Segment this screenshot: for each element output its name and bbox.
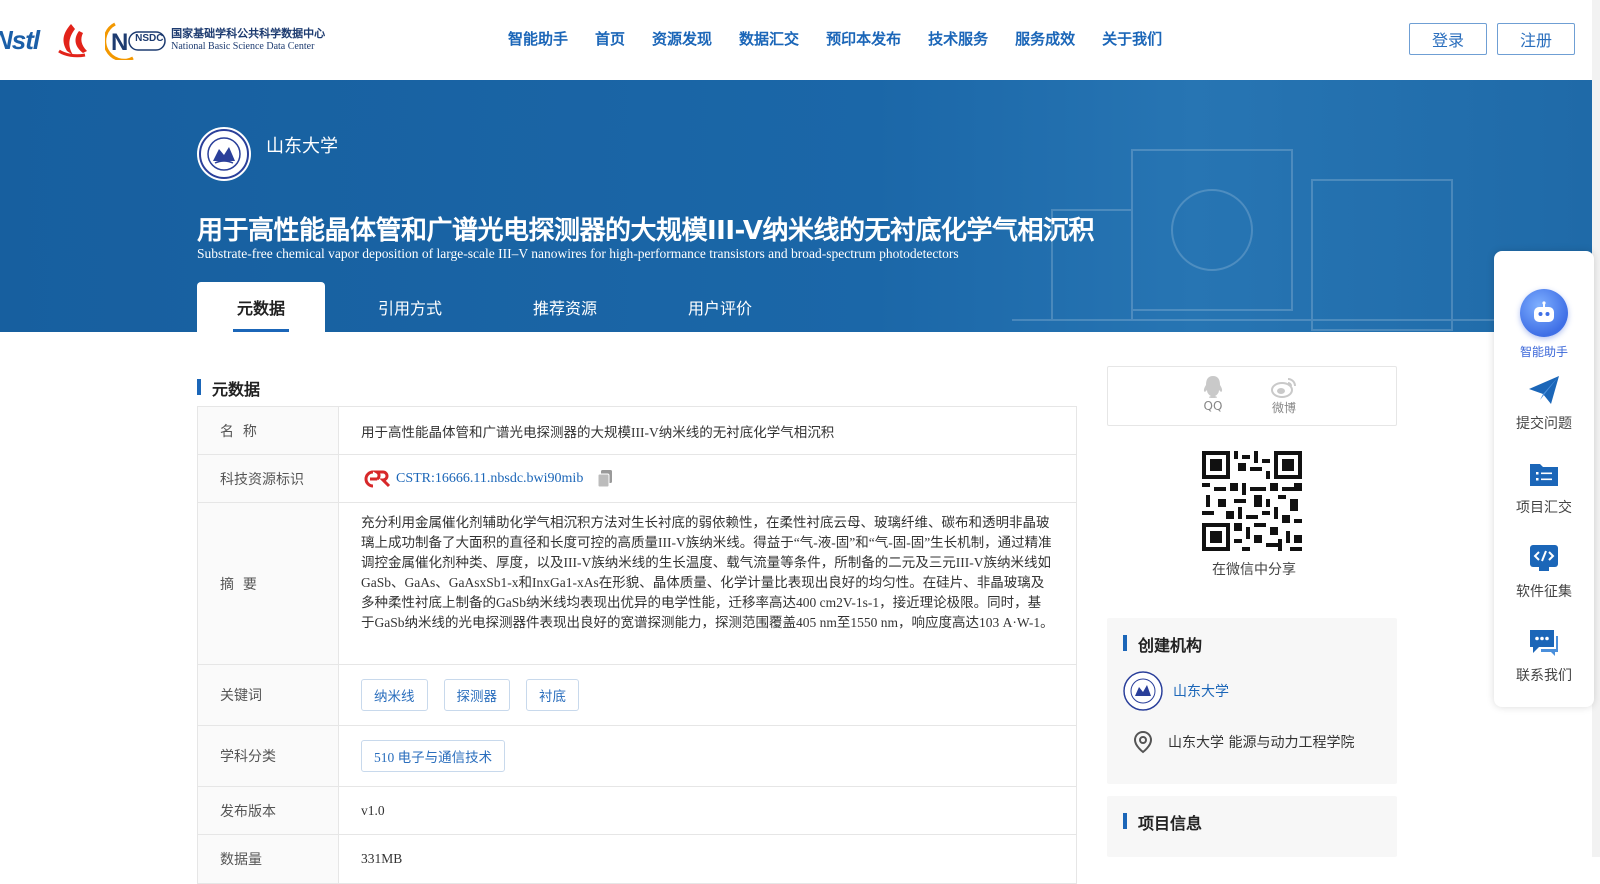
share-qq[interactable]: QQ xyxy=(1193,375,1233,413)
name-value: 用于高性能晶体管和广谱光电探测器的大规模III-V纳米线的无衬底化学气相沉积 xyxy=(361,424,835,440)
nsdc-name-cn: 国家基础学科公共科学数据中心 xyxy=(171,27,326,41)
creator-panel: 创建机构 山东大学 山东大学 能源与动力工程学院 xyxy=(1107,618,1397,784)
share-box: QQ 微博 xyxy=(1107,366,1397,426)
sidebar-software-collection[interactable]: 软件征集 xyxy=(1494,541,1594,601)
copy-icon[interactable] xyxy=(597,469,613,488)
name-label: 名 称 xyxy=(198,407,339,454)
keywords-label: 关键词 xyxy=(198,665,339,725)
nsdc-badge-text: NSDC xyxy=(135,33,164,44)
red-logo-icon[interactable] xyxy=(53,21,91,59)
cstr-link[interactable]: CSTR:16666.11.nbsdc.bwi90mib xyxy=(396,471,583,487)
cstr-logo-icon xyxy=(364,470,391,487)
keyword-tag[interactable]: 衬底 xyxy=(526,679,579,711)
sidebar-label: 软件征集 xyxy=(1516,584,1572,600)
nstl-logo[interactable]: Nstl xyxy=(0,25,40,56)
tab-metadata[interactable]: 元数据 xyxy=(197,282,325,332)
version-value: v1.0 xyxy=(361,802,385,818)
resource-banner: 山东大学 用于高性能晶体管和广谱光电探测器的大规模III-V纳米线的无衬底化学气… xyxy=(0,80,1592,332)
subject-value: 510 电子与通信技术 xyxy=(339,726,1076,786)
resource-title-cn: 用于高性能晶体管和广谱光电探测器的大规模III-V纳米线的无衬底化学气相沉积 xyxy=(197,216,1095,246)
svg-text:N: N xyxy=(111,29,128,56)
robot-icon xyxy=(1520,289,1568,337)
sidebar-label: 项目汇交 xyxy=(1516,500,1572,516)
qq-label: QQ xyxy=(1203,399,1223,413)
nsdc-logo[interactable]: N NSDC 国家基础学科公共科学数据中心 National Basic Sci… xyxy=(103,20,326,62)
tab-recommended[interactable]: 推荐资源 xyxy=(495,282,635,332)
subject-tag[interactable]: 510 电子与通信技术 xyxy=(361,740,506,772)
nav-data-submission[interactable]: 数据汇交 xyxy=(739,28,799,49)
nsdc-badge-icon: N NSDC xyxy=(103,20,167,62)
share-weibo[interactable]: 微博 xyxy=(1264,375,1304,416)
identifier-value: CSTR:16666.11.nbsdc.bwi90mib xyxy=(339,455,1076,502)
sidebar-label: 智能助手 xyxy=(1519,345,1568,359)
wechat-qr-code xyxy=(1202,451,1302,551)
subject-label: 学科分类 xyxy=(198,726,339,786)
floating-toolbar: 智能助手 提交问题 项目汇交 软件征集 联系我们 xyxy=(1494,251,1594,707)
sdu-logo-icon xyxy=(1123,671,1163,711)
tab-user-reviews[interactable]: 用户评价 xyxy=(635,282,805,332)
version-label: 发布版本 xyxy=(198,787,339,834)
project-section-title: 项目信息 xyxy=(1123,810,1202,834)
logo-group: Nstl N NSDC 国家基础学科公共科学数据中心 National Basi… xyxy=(0,18,325,62)
keyword-tag[interactable]: 探测器 xyxy=(443,679,510,711)
creator-location-text: 山东大学 能源与动力工程学院 xyxy=(1168,735,1355,751)
resource-title-en: Substrate-free chemical vapor deposition… xyxy=(197,246,959,261)
nav-service-results[interactable]: 服务成效 xyxy=(1015,28,1075,49)
size-value: 331MB xyxy=(361,851,403,866)
identifier-label: 科技资源标识 xyxy=(198,455,339,502)
register-button[interactable]: 注册 xyxy=(1497,23,1575,55)
nav-tech-services[interactable]: 技术服务 xyxy=(928,28,988,49)
table-row: 科技资源标识 CSTR:16666.11.nbsdc.bwi90mib xyxy=(198,455,1076,503)
code-icon xyxy=(1530,545,1558,571)
nav-home[interactable]: 首页 xyxy=(595,28,625,49)
table-row: 发布版本 v1.0 xyxy=(198,787,1076,835)
abstract-label: 摘 要 xyxy=(198,503,339,664)
creator-institution-link[interactable]: 山东大学 xyxy=(1173,681,1229,701)
sidebar-contact-us[interactable]: 联系我们 xyxy=(1494,625,1594,685)
sidebar-label: 联系我们 xyxy=(1516,668,1572,684)
metadata-table: 名 称 用于高性能晶体管和广谱光电探测器的大规模III-V纳米线的无衬底化学气相… xyxy=(197,406,1077,884)
location-pin-icon xyxy=(1133,730,1153,754)
weibo-label: 微博 xyxy=(1271,401,1296,415)
folder-list-icon xyxy=(1530,464,1558,486)
creator-location: 山东大学 能源与动力工程学院 xyxy=(1123,730,1354,754)
sidebar-submit-question[interactable]: 提交问题 xyxy=(1494,373,1594,433)
sdu-logo-icon[interactable] xyxy=(197,127,251,181)
chat-bubble-icon xyxy=(1530,630,1558,656)
table-row: 摘 要 充分利用金属催化剂辅助化学气相沉积方法对生长衬底的弱依赖性，在柔性衬底云… xyxy=(198,503,1076,665)
keyword-tag[interactable]: 纳米线 xyxy=(361,679,428,711)
table-row: 名 称 用于高性能晶体管和广谱光电探测器的大规模III-V纳米线的无衬底化学气相… xyxy=(198,407,1076,455)
weibo-icon xyxy=(1271,378,1296,398)
nsdc-name-en: National Basic Science Data Center xyxy=(171,40,315,52)
paper-plane-icon xyxy=(1529,376,1559,404)
creator-section-title: 创建机构 xyxy=(1123,632,1202,656)
abstract-value: 充分利用金属催化剂辅助化学气相沉积方法对生长衬底的弱依赖性，在柔性衬底云母、玻璃… xyxy=(361,515,1054,630)
size-label: 数据量 xyxy=(198,835,339,883)
top-navbar: Nstl N NSDC 国家基础学科公共科学数据中心 National Basi… xyxy=(0,0,1600,80)
main-nav: 智能助手 首页 资源发现 数据汇交 预印本发布 技术服务 服务成效 关于我们 xyxy=(508,28,1189,49)
table-row: 数据量 331MB xyxy=(198,835,1076,883)
sidebar-ai-assistant[interactable]: 智能助手 xyxy=(1494,289,1594,360)
table-row: 学科分类 510 电子与通信技术 xyxy=(198,726,1076,787)
nav-preprint[interactable]: 预印本发布 xyxy=(826,28,901,49)
metadata-section-title: 元数据 xyxy=(197,376,260,400)
login-button[interactable]: 登录 xyxy=(1409,23,1487,55)
detail-tabs: 元数据 引用方式 推荐资源 用户评价 xyxy=(197,282,805,332)
creator-institution[interactable]: 山东大学 xyxy=(1123,671,1229,711)
qq-icon xyxy=(1203,376,1223,398)
nav-ai-assistant[interactable]: 智能助手 xyxy=(508,28,568,49)
tab-citation[interactable]: 引用方式 xyxy=(325,282,495,332)
sidebar-label: 提交问题 xyxy=(1516,416,1572,432)
project-panel: 项目信息 xyxy=(1107,796,1397,857)
wechat-share-label: 在微信中分享 xyxy=(1212,562,1296,578)
table-row: 关键词 纳米线 探测器 衬底 xyxy=(198,665,1076,726)
nav-about[interactable]: 关于我们 xyxy=(1102,28,1162,49)
keywords-value: 纳米线 探测器 衬底 xyxy=(339,665,1076,725)
nav-resource-discovery[interactable]: 资源发现 xyxy=(652,28,712,49)
sidebar-project-submission[interactable]: 项目汇交 xyxy=(1494,457,1594,517)
institution-name[interactable]: 山东大学 xyxy=(266,132,338,158)
